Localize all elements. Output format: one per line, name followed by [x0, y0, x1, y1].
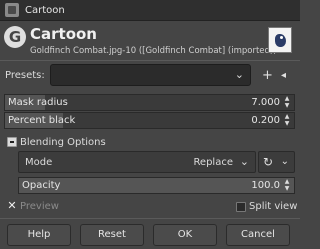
window-title: Cartoon [25, 4, 65, 16]
mask-radius-value: 7.000 [251, 97, 280, 108]
spin-arrows-icon[interactable]: ▲ ▼ [282, 95, 292, 110]
chevron-down-icon: ⌄ [239, 155, 249, 168]
opacity-value: 100.0 [251, 180, 280, 191]
cancel-button[interactable]: Cancel [226, 224, 290, 246]
gimp-logo-icon: G [4, 26, 26, 48]
percent-black-spinscale[interactable]: Percent black 0.200 ▲ ▼ [4, 112, 295, 129]
ok-button[interactable]: OK [153, 224, 217, 246]
dialog-header: G Cartoon Goldfinch Combat.jpg-10 ([Gold… [0, 21, 300, 59]
title-bar: Cartoon [0, 0, 300, 21]
blending-options-label: Blending Options [20, 137, 106, 148]
spin-arrows-icon[interactable]: ▲ ▼ [282, 113, 292, 128]
preview-label: Preview [20, 201, 59, 212]
filter-title: Cartoon [30, 25, 97, 43]
goldfinch-thumbnail-icon [275, 34, 286, 47]
mode-label: Mode [25, 157, 53, 168]
chevron-down-icon: ⌄ [234, 68, 244, 81]
composite-mode-button[interactable]: ↻ ⌄ [258, 151, 295, 173]
separator [0, 60, 300, 61]
mode-value: Replace [193, 157, 233, 168]
split-view-label: Split view [249, 201, 298, 212]
mask-radius-label: Mask radius [8, 97, 68, 108]
spin-arrows-icon[interactable]: ▲ ▼ [282, 178, 292, 193]
percent-black-label: Percent black [8, 115, 76, 126]
image-thumbnail [268, 27, 292, 53]
image-name: Goldfinch Combat.jpg-10 ([Goldfinch Comb… [30, 46, 277, 56]
preview-checkbox[interactable]: ✕ [7, 200, 17, 211]
presets-combo[interactable]: ⌄ [50, 64, 251, 86]
preset-menu-icon[interactable]: ◂ [281, 69, 286, 83]
chevron-down-icon: ⌄ [280, 156, 289, 167]
swirl-icon: ↻ [263, 155, 274, 169]
split-view-checkbox[interactable] [236, 202, 246, 212]
opacity-spinscale[interactable]: Opacity 100.0 ▲ ▼ [18, 177, 295, 194]
percent-black-value: 0.200 [251, 115, 280, 126]
app-icon [5, 3, 19, 17]
reset-button[interactable]: Reset [80, 224, 144, 246]
help-button[interactable]: Help [7, 224, 71, 246]
blending-expander-checkbox[interactable] [7, 137, 17, 147]
add-preset-icon[interactable]: + [262, 69, 273, 83]
opacity-label: Opacity [22, 180, 61, 191]
mode-combo[interactable]: Mode Replace ⌄ [18, 151, 256, 173]
mask-radius-spinscale[interactable]: Mask radius 7.000 ▲ ▼ [4, 94, 295, 111]
presets-label: Presets: [5, 70, 45, 81]
separator [0, 218, 300, 219]
